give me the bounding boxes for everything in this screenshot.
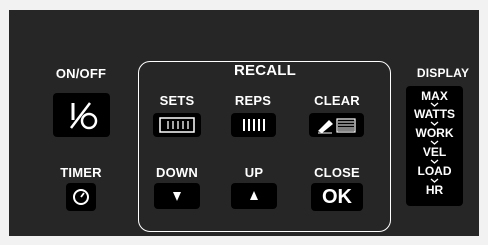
display-item-max[interactable]: MAX <box>406 90 463 102</box>
display-item-watts[interactable]: WATTS <box>406 108 463 120</box>
display-title: DISPLAY <box>416 66 470 80</box>
up-label: UP <box>244 165 264 180</box>
display-item-work[interactable]: WORK <box>406 127 463 139</box>
timer-label: TIMER <box>60 165 102 180</box>
reps-label: REPS <box>234 93 272 108</box>
display-item-vel[interactable]: VEL <box>406 146 463 158</box>
arrow-down-icon <box>173 192 181 201</box>
close-label: CLOSE <box>314 165 360 180</box>
clear-button[interactable] <box>309 113 364 137</box>
recall-title: RECALL <box>233 62 297 79</box>
power-toggle-icon <box>69 102 97 130</box>
display-item-load[interactable]: LOAD <box>406 165 463 177</box>
ok-text: OK <box>322 185 352 208</box>
clear-label: CLEAR <box>314 93 360 108</box>
reps-button[interactable] <box>231 113 276 137</box>
down-button[interactable] <box>154 183 200 209</box>
sets-bars-icon <box>159 117 195 133</box>
on-off-label: ON/OFF <box>55 66 107 81</box>
sets-button[interactable] <box>153 113 201 137</box>
reps-bars-icon <box>242 119 265 131</box>
display-item-hr[interactable]: HR <box>406 184 463 196</box>
up-button[interactable] <box>231 183 277 209</box>
close-ok-button[interactable]: OK <box>311 183 363 211</box>
down-label: DOWN <box>156 165 198 180</box>
on-off-button[interactable] <box>53 93 110 137</box>
eraser-icon <box>317 118 356 134</box>
clock-icon <box>73 189 89 205</box>
timer-button[interactable] <box>66 183 96 211</box>
sets-label: SETS <box>159 93 195 108</box>
display-mode-list: MAX WATTS WORK VEL LOAD HR <box>406 86 463 206</box>
arrow-up-icon <box>250 191 258 200</box>
